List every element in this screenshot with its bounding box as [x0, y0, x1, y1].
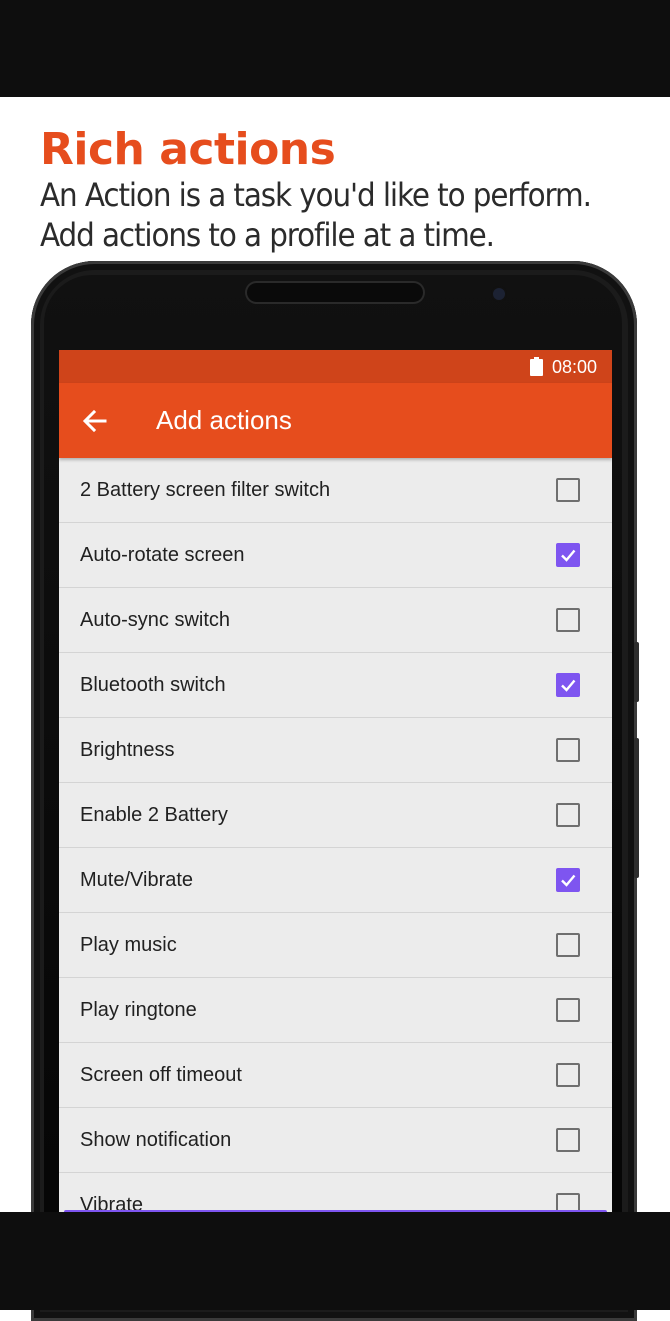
- action-checkbox[interactable]: [556, 1063, 580, 1087]
- action-label: Enable 2 Battery: [80, 804, 228, 826]
- action-row[interactable]: Brightness: [59, 718, 612, 783]
- action-row[interactable]: Bluetooth switch: [59, 653, 612, 718]
- power-button: [634, 642, 639, 702]
- action-label: Play ringtone: [80, 999, 197, 1021]
- action-row[interactable]: Screen off timeout: [59, 1043, 612, 1108]
- promo-subline-1: An Action is a task you'd like to perfor…: [40, 176, 592, 214]
- action-row[interactable]: Play music: [59, 913, 612, 978]
- action-checkbox[interactable]: [556, 1128, 580, 1152]
- action-checkbox[interactable]: [556, 933, 580, 957]
- volume-button: [634, 738, 639, 878]
- action-label: Brightness: [80, 739, 175, 761]
- action-checkbox[interactable]: [556, 868, 580, 892]
- battery-full-icon: [530, 357, 543, 376]
- action-label: Show notification: [80, 1129, 232, 1151]
- action-checkbox[interactable]: [556, 608, 580, 632]
- action-label: Screen off timeout: [80, 1064, 242, 1086]
- action-row[interactable]: Vibrate: [59, 1173, 612, 1212]
- bottom-letterbox: [0, 1212, 670, 1310]
- action-label: Play music: [80, 934, 177, 956]
- action-row[interactable]: Mute/Vibrate: [59, 848, 612, 913]
- status-time: 08:00: [552, 357, 598, 377]
- action-row[interactable]: Auto-sync switch: [59, 588, 612, 653]
- promo-subline-2: Add actions to a profile at a time.: [40, 216, 495, 254]
- actions-list: 2 Battery screen filter switch Auto-rotat…: [59, 458, 612, 1212]
- action-label: Auto-sync switch: [80, 609, 231, 631]
- check-icon: [561, 679, 576, 692]
- promo-headline: Rich actions: [40, 124, 336, 175]
- action-row[interactable]: Play ringtone: [59, 978, 612, 1043]
- status-bar: 08:00: [59, 350, 612, 383]
- app-bar: Add actions: [59, 383, 612, 458]
- top-letterbox: [0, 0, 670, 97]
- action-label: Bluetooth switch: [80, 674, 226, 696]
- action-row[interactable]: Auto-rotate screen: [59, 523, 612, 588]
- action-label: Mute/Vibrate: [80, 869, 194, 891]
- check-icon: [561, 549, 576, 562]
- phone-screen: 08:00 Add actions 2 Battery screen filte…: [59, 350, 612, 1212]
- action-label: Auto-rotate screen: [80, 544, 245, 566]
- action-row[interactable]: Enable 2 Battery: [59, 783, 612, 848]
- action-label: 2 Battery screen filter switch: [80, 479, 331, 501]
- action-checkbox[interactable]: [556, 803, 580, 827]
- action-checkbox[interactable]: [556, 738, 580, 762]
- action-row[interactable]: 2 Battery screen filter switch: [59, 458, 612, 523]
- earpiece-speaker: [247, 283, 423, 302]
- action-checkbox[interactable]: [556, 673, 580, 697]
- arrow-back-icon[interactable]: [81, 407, 109, 435]
- page-title: Add actions: [156, 405, 292, 435]
- front-camera: [493, 288, 505, 300]
- action-checkbox[interactable]: [556, 543, 580, 567]
- action-checkbox[interactable]: [556, 998, 580, 1022]
- action-row[interactable]: Show notification: [59, 1108, 612, 1173]
- check-icon: [561, 874, 576, 887]
- action-checkbox[interactable]: [556, 478, 580, 502]
